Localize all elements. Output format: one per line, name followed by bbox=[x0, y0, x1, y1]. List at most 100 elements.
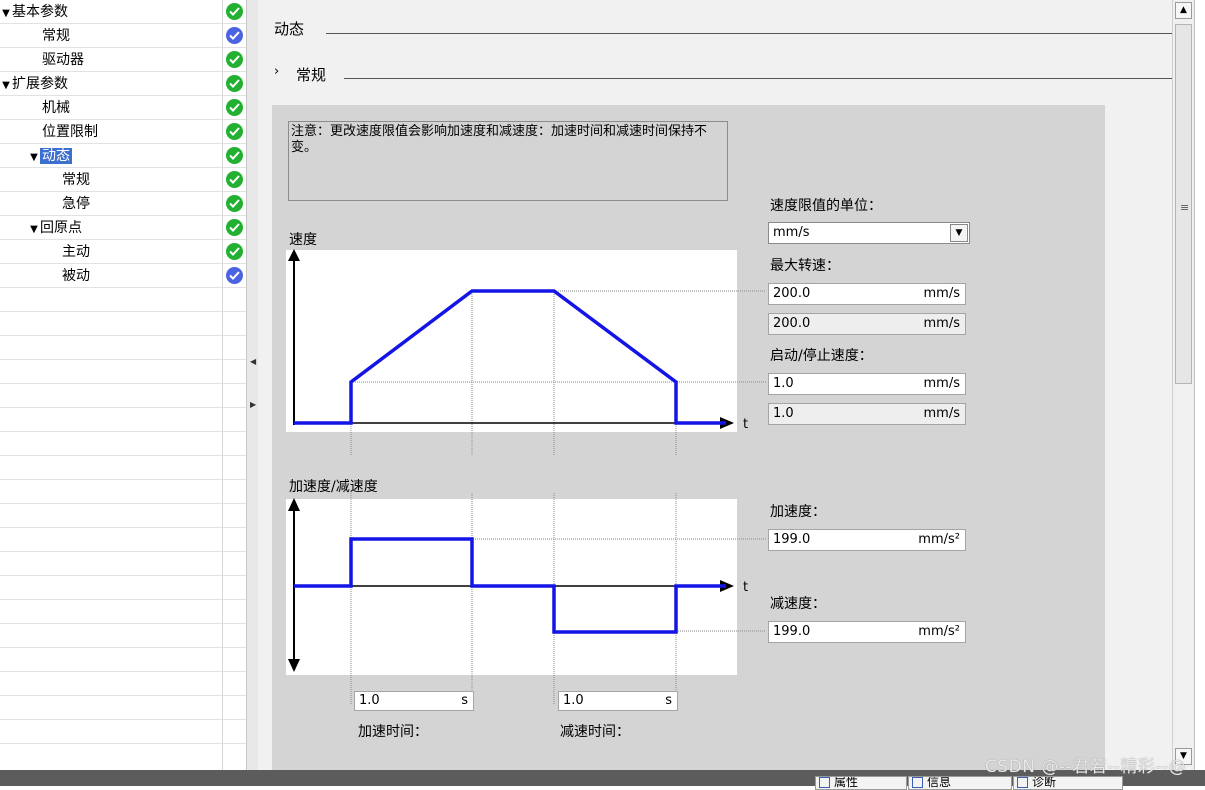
tree-row-divider bbox=[0, 71, 246, 72]
tree-row-divider bbox=[0, 215, 246, 216]
collapse-left-icon[interactable]: ◀ bbox=[250, 357, 256, 366]
acceleration-profile-diagram: t bbox=[286, 493, 766, 705]
tree-row-divider bbox=[0, 503, 246, 504]
acceleration-input[interactable]: 199.0 mm/s² bbox=[768, 529, 966, 551]
section-title: 动态 bbox=[274, 20, 305, 38]
properties-icon bbox=[819, 777, 830, 788]
start-stop-speed-input[interactable]: 1.0 mm/s bbox=[768, 373, 966, 395]
check-icon bbox=[226, 3, 243, 20]
tree-row-divider bbox=[0, 239, 246, 240]
tab-properties-label: 属性 bbox=[834, 776, 859, 789]
tree-item-homing[interactable]: ▼ 回原点 bbox=[0, 216, 250, 240]
deceleration-unit: mm/s² bbox=[918, 624, 960, 639]
vertical-scrollbar[interactable]: ▲ ≡ ▼ bbox=[1172, 0, 1195, 770]
tree-item-label: 位置限制 bbox=[42, 124, 98, 140]
check-icon bbox=[226, 51, 243, 68]
scroll-up-icon[interactable]: ▲ bbox=[1175, 2, 1192, 19]
info-icon bbox=[912, 777, 923, 788]
tab-info[interactable]: 信息 bbox=[908, 776, 1012, 790]
acceleration-value: 199.0 bbox=[773, 532, 811, 547]
tree-row-divider bbox=[0, 575, 246, 576]
max-speed-readonly-value: 200.0 bbox=[773, 316, 811, 331]
tab-properties[interactable]: 属性 bbox=[815, 776, 907, 790]
accel-time-unit: s bbox=[461, 693, 468, 708]
tab-diagnostics-label: 诊断 bbox=[1032, 776, 1057, 789]
decel-time-label: 减速时间： bbox=[560, 724, 630, 740]
tree-item-label: 主动 bbox=[62, 244, 90, 260]
parameter-tree: ▼ 基本参数 常规 驱动器 ▼ 扩展参数 机械 位置限制 ▼ 动态 常规 急停 ▼ 回原… bbox=[0, 0, 222, 770]
speed-unit-value: mm/s bbox=[773, 225, 810, 240]
start-stop-readonly-value: 1.0 bbox=[773, 406, 794, 421]
tree-item-label: 机械 bbox=[42, 100, 70, 116]
tree-row-divider bbox=[0, 359, 246, 360]
tree-row-divider bbox=[0, 479, 246, 480]
max-speed-input[interactable]: 200.0 mm/s bbox=[768, 283, 966, 305]
check-icon bbox=[226, 27, 243, 44]
expand-right-icon[interactable]: ▶ bbox=[250, 400, 256, 409]
tree-item-extended-params[interactable]: ▼ 扩展参数 bbox=[0, 72, 222, 96]
accel-time-input[interactable]: 1.0 s bbox=[354, 691, 474, 711]
note-box: 注意：更改速度限值会影响加速度和减速度：加速时间和减速时间保持不变。 bbox=[288, 121, 728, 201]
diagnostics-icon bbox=[1017, 777, 1028, 788]
speed-unit-select[interactable]: mm/s ▼ bbox=[768, 222, 970, 244]
acceleration-label: 加速度： bbox=[770, 504, 826, 520]
tree-item-basic-params[interactable]: ▼ 基本参数 bbox=[0, 0, 222, 24]
tree-row-divider bbox=[0, 383, 246, 384]
tree-item-label: 驱动器 bbox=[42, 52, 84, 68]
subsection-title[interactable]: 常规 bbox=[296, 64, 326, 85]
deceleration-value: 199.0 bbox=[773, 624, 811, 639]
window-edge bbox=[1194, 0, 1205, 770]
tree-item-dynamics[interactable]: ▼ 动态 bbox=[0, 144, 250, 168]
accel-time-label: 加速时间： bbox=[358, 724, 428, 740]
check-icon bbox=[226, 243, 243, 260]
tree-row-divider bbox=[0, 23, 246, 24]
tree-item-label: 常规 bbox=[42, 28, 70, 44]
start-stop-unit: mm/s bbox=[923, 376, 960, 391]
decel-time-value: 1.0 bbox=[563, 693, 584, 708]
max-speed-value: 200.0 bbox=[773, 286, 811, 301]
check-icon bbox=[226, 219, 243, 236]
max-speed-label: 最大转速： bbox=[770, 258, 840, 274]
check-icon bbox=[226, 171, 243, 188]
tree-row-divider bbox=[0, 263, 246, 264]
section-divider bbox=[326, 33, 1172, 34]
deceleration-label: 减速度： bbox=[770, 596, 826, 612]
tree-item-label: 扩展参数 bbox=[12, 76, 68, 92]
tree-row-divider bbox=[0, 47, 246, 48]
tree-row-divider bbox=[0, 311, 246, 312]
dropdown-arrow-icon[interactable]: ▼ bbox=[950, 224, 968, 242]
tree-row-divider bbox=[0, 431, 246, 432]
tree-row-divider bbox=[0, 191, 246, 192]
start-stop-speed-readonly: 1.0 mm/s bbox=[768, 403, 966, 425]
check-icon bbox=[226, 147, 243, 164]
check-icon bbox=[226, 195, 243, 212]
check-icon bbox=[226, 99, 243, 116]
chevron-right-icon[interactable]: › bbox=[274, 64, 279, 79]
tree-item-label: 回原点 bbox=[40, 220, 82, 236]
tree-row-divider bbox=[0, 599, 246, 600]
tree-item-label: 常规 bbox=[62, 172, 90, 188]
tree-row-divider bbox=[0, 143, 246, 144]
tree-row-divider bbox=[0, 287, 246, 288]
start-stop-value: 1.0 bbox=[773, 376, 794, 391]
check-icon bbox=[226, 75, 243, 92]
check-icon bbox=[226, 267, 243, 284]
tree-row-divider bbox=[0, 623, 246, 624]
speed-unit-label: 速度限值的单位： bbox=[770, 198, 882, 214]
decel-time-input[interactable]: 1.0 s bbox=[558, 691, 678, 711]
tree-row-divider bbox=[0, 551, 246, 552]
tree-item-label: 急停 bbox=[62, 196, 90, 212]
tree-row-divider bbox=[0, 527, 246, 528]
tree-row-divider bbox=[0, 743, 246, 744]
tree-row-divider bbox=[0, 119, 246, 120]
status-column bbox=[222, 0, 247, 770]
tab-diagnostics[interactable]: 诊断 bbox=[1013, 776, 1123, 790]
dynamics-settings-panel: 注意：更改速度限值会影响加速度和减速度：加速时间和减速时间保持不变。 速度 t bbox=[272, 105, 1105, 770]
tree-item-label: 动态 bbox=[40, 148, 72, 164]
scrollbar-thumb[interactable]: ≡ bbox=[1175, 24, 1192, 384]
tree-row-divider bbox=[0, 455, 246, 456]
tree-row-divider bbox=[0, 167, 246, 168]
decel-time-unit: s bbox=[665, 693, 672, 708]
deceleration-input[interactable]: 199.0 mm/s² bbox=[768, 621, 966, 643]
main-panel: 动态 › 常规 注意：更改速度限值会影响加速度和减速度：加速时间和减速时间保持不… bbox=[258, 0, 1172, 770]
